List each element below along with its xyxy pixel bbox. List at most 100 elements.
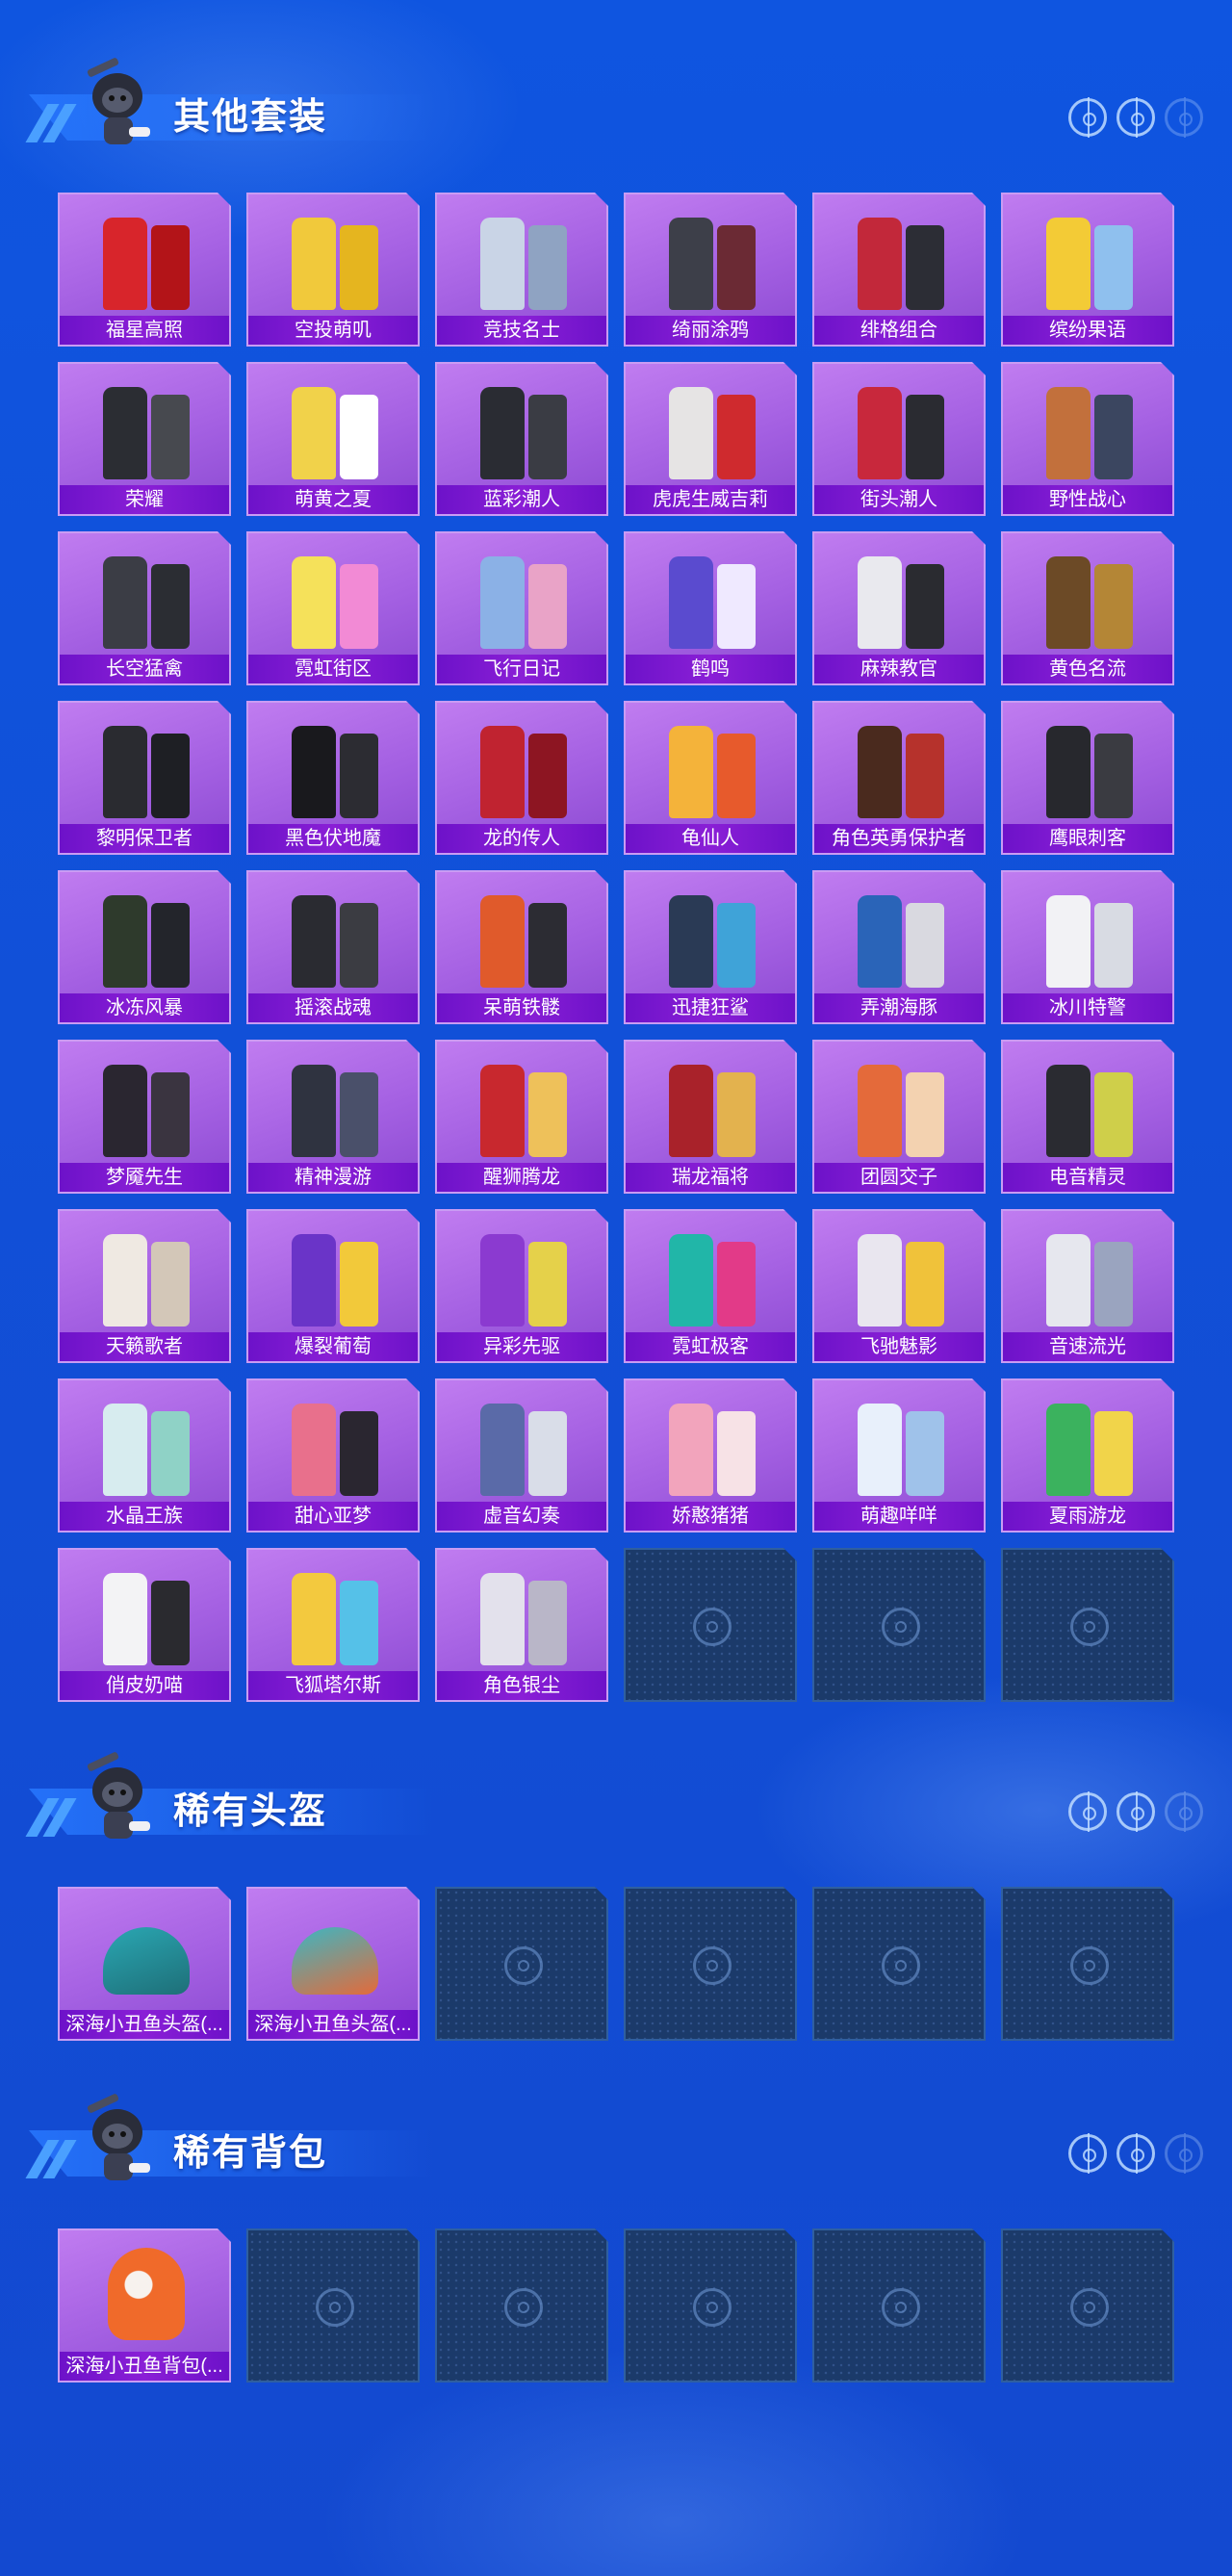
item-card[interactable]: 荣耀 (58, 362, 231, 516)
crosshair-target-icon (1116, 2133, 1155, 2174)
outfit-pants-shape (1094, 903, 1133, 988)
item-card[interactable]: 水晶王族 (58, 1378, 231, 1533)
crosshair-target-icon (1068, 97, 1107, 138)
item-card[interactable]: 空投萌叽 (246, 193, 420, 347)
item-card[interactable]: 冰冻风暴 (58, 870, 231, 1024)
item-card[interactable]: 龟仙人 (624, 701, 797, 855)
outfit-pants-shape (1094, 395, 1133, 479)
outfit-icon (277, 543, 393, 649)
outfit-top-shape (858, 556, 902, 649)
item-card[interactable]: 瑞龙福将 (624, 1040, 797, 1194)
item-card[interactable]: 精神漫游 (246, 1040, 420, 1194)
item-label: 精神漫游 (248, 1163, 418, 1192)
item-card[interactable]: 摇滚战魂 (246, 870, 420, 1024)
outfit-top-shape (103, 218, 147, 310)
outfit-pants-shape (528, 1411, 567, 1496)
item-card[interactable]: 绯格组合 (812, 193, 986, 347)
empty-slot-crosshair-icon (693, 1946, 732, 1985)
outfit-icon (277, 882, 393, 988)
item-card[interactable]: 深海小丑鱼头盔(... (246, 1887, 420, 2041)
mascot-character-icon (87, 2094, 150, 2180)
item-card[interactable]: 鹰眼刺客 (1001, 701, 1174, 855)
item-card[interactable]: 霓虹极客 (624, 1209, 797, 1363)
item-card[interactable]: 天籁歌者 (58, 1209, 231, 1363)
item-card[interactable]: 蓝彩潮人 (435, 362, 608, 516)
item-card[interactable]: 鹤鸣 (624, 531, 797, 685)
item-label: 冰川特警 (1003, 993, 1172, 1022)
empty-slot-crosshair-icon (504, 2288, 543, 2327)
item-card[interactable]: 黎明保卫者 (58, 701, 231, 855)
item-card[interactable]: 长空猛禽 (58, 531, 231, 685)
item-card[interactable]: 霓虹街区 (246, 531, 420, 685)
item-label: 水晶王族 (60, 1502, 229, 1531)
item-card[interactable]: 俏皮奶喵 (58, 1548, 231, 1702)
item-card[interactable]: 弄潮海豚 (812, 870, 986, 1024)
item-label: 缤纷果语 (1003, 316, 1172, 345)
outfit-icon (843, 1221, 959, 1327)
outfit-pants-shape (151, 903, 190, 988)
item-card[interactable]: 黄色名流 (1001, 531, 1174, 685)
section-title: 稀有头盔 (173, 1791, 328, 1832)
item-card[interactable]: 飞行日记 (435, 531, 608, 685)
outfit-pants-shape (528, 395, 567, 479)
item-card[interactable]: 异彩先驱 (435, 1209, 608, 1363)
outfit-icon (466, 543, 581, 649)
item-label: 霓虹极客 (626, 1332, 795, 1361)
outfit-top-shape (292, 895, 336, 988)
item-card[interactable]: 野性战心 (1001, 362, 1174, 516)
item-card[interactable]: 音速流光 (1001, 1209, 1174, 1363)
item-card[interactable]: 飞狐塔尔斯 (246, 1548, 420, 1702)
item-label: 空投萌叽 (248, 316, 418, 345)
empty-slot-crosshair-icon (882, 1946, 920, 1985)
empty-slot-crosshair-icon (316, 2288, 354, 2327)
item-card[interactable]: 深海小丑鱼背包(... (58, 2228, 231, 2383)
outfit-icon (277, 712, 393, 818)
outfit-top-shape (669, 556, 713, 649)
outfit-pants-shape (717, 1411, 756, 1496)
item-card[interactable]: 梦魇先生 (58, 1040, 231, 1194)
item-card[interactable]: 虚音幻奏 (435, 1378, 608, 1533)
outfit-top-shape (480, 1404, 525, 1496)
item-card[interactable]: 龙的传人 (435, 701, 608, 855)
item-label: 摇滚战魂 (248, 993, 418, 1022)
outfit-pants-shape (717, 734, 756, 818)
helmet-shape (103, 1927, 190, 1995)
item-card[interactable]: 竞技名士 (435, 193, 608, 347)
outfit-icon (89, 712, 204, 818)
item-card[interactable]: 缤纷果语 (1001, 193, 1174, 347)
outfit-icon (466, 882, 581, 988)
item-card[interactable]: 虎虎生威吉莉 (624, 362, 797, 516)
outfit-pants-shape (1094, 1242, 1133, 1327)
item-card[interactable]: 团圆交子 (812, 1040, 986, 1194)
item-card[interactable]: 迅捷狂鲨 (624, 870, 797, 1024)
outfit-icon (466, 204, 581, 310)
item-card[interactable]: 福星高照 (58, 193, 231, 347)
item-card[interactable]: 深海小丑鱼头盔(... (58, 1887, 231, 2041)
item-card[interactable]: 夏雨游龙 (1001, 1378, 1174, 1533)
item-card[interactable]: 角色英勇保护者 (812, 701, 986, 855)
empty-slot (624, 2228, 797, 2383)
crosshair-target-icon (1116, 1791, 1155, 1832)
item-card[interactable]: 醒狮腾龙 (435, 1040, 608, 1194)
item-card[interactable]: 角色银尘 (435, 1548, 608, 1702)
outfit-icon (466, 374, 581, 479)
item-card[interactable]: 街头潮人 (812, 362, 986, 516)
outfit-top-shape (858, 218, 902, 310)
item-card[interactable]: 冰川特警 (1001, 870, 1174, 1024)
item-card[interactable]: 萌趣咩咩 (812, 1378, 986, 1533)
item-card[interactable]: 甜心亚梦 (246, 1378, 420, 1533)
item-card[interactable]: 麻辣教官 (812, 531, 986, 685)
item-card[interactable]: 黑色伏地魔 (246, 701, 420, 855)
item-card[interactable]: 爆裂葡萄 (246, 1209, 420, 1363)
item-card[interactable]: 娇憨猪猪 (624, 1378, 797, 1533)
item-label: 萌黄之夏 (248, 485, 418, 514)
empty-slot (812, 1548, 986, 1702)
item-card[interactable]: 飞驰魅影 (812, 1209, 986, 1363)
helmet-icon (89, 1898, 204, 2004)
item-card[interactable]: 电音精灵 (1001, 1040, 1174, 1194)
item-card[interactable]: 绮丽涂鸦 (624, 193, 797, 347)
item-card[interactable]: 呆萌铁髅 (435, 870, 608, 1024)
empty-slot (624, 1548, 797, 1702)
item-card[interactable]: 萌黄之夏 (246, 362, 420, 516)
item-label: 深海小丑鱼头盔(... (60, 2010, 229, 2039)
